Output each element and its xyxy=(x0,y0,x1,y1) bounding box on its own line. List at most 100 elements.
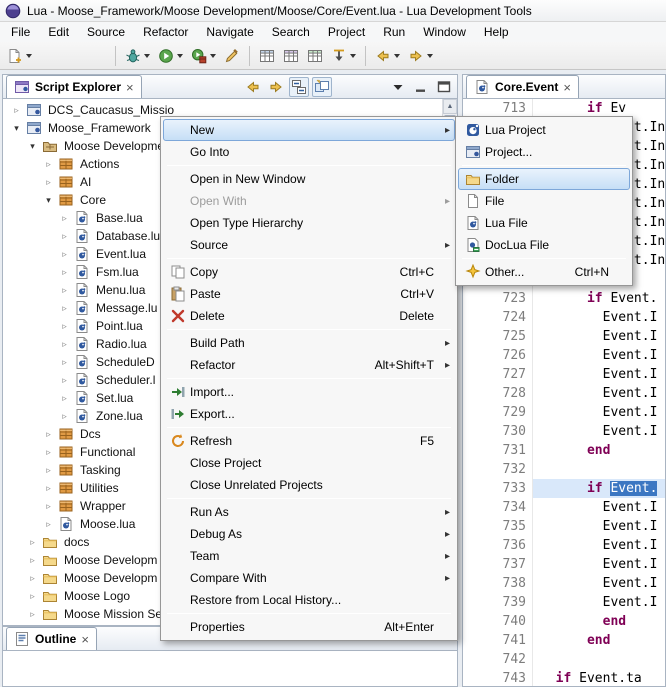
twistie-collapsed-icon[interactable]: ▹ xyxy=(59,249,70,260)
line-number[interactable]: 730 xyxy=(463,422,533,441)
menubar-item-edit[interactable]: Edit xyxy=(39,23,78,41)
menu-item-lua-file[interactable]: Lua File xyxy=(458,212,630,234)
twistie-collapsed-icon[interactable]: ▹ xyxy=(27,537,38,548)
menu-item-refactor[interactable]: RefactorAlt+Shift+T▸ xyxy=(163,354,455,376)
menu-item-folder[interactable]: Folder xyxy=(458,168,630,190)
line-number[interactable]: 732 xyxy=(463,460,533,479)
menu-item-export[interactable]: Export... xyxy=(163,403,455,425)
menu-item-debug-as[interactable]: Debug As▸ xyxy=(163,523,455,545)
twistie-expanded-icon[interactable]: ▾ xyxy=(11,123,22,134)
code-text[interactable]: Event.I xyxy=(533,498,665,517)
menubar-item-navigate[interactable]: Navigate xyxy=(197,23,262,41)
twistie-expanded-icon[interactable]: ▾ xyxy=(27,141,38,152)
line-number[interactable]: 737 xyxy=(463,555,533,574)
twistie-collapsed-icon[interactable]: ▹ xyxy=(27,555,38,566)
twistie-collapsed-icon[interactable]: ▹ xyxy=(59,231,70,242)
collapse-all-button[interactable] xyxy=(289,77,309,97)
line-number[interactable]: 728 xyxy=(463,384,533,403)
twistie-collapsed-icon[interactable]: ▹ xyxy=(43,159,54,170)
twistie-collapsed-icon[interactable]: ▹ xyxy=(27,573,38,584)
code-text[interactable]: Event.I xyxy=(533,555,665,574)
menu-item-run-as[interactable]: Run As▸ xyxy=(163,501,455,523)
twistie-collapsed-icon[interactable]: ▹ xyxy=(27,591,38,602)
menu-item-lua-project[interactable]: Lua Project xyxy=(458,119,630,141)
twistie-collapsed-icon[interactable]: ▹ xyxy=(27,609,38,620)
run-button[interactable] xyxy=(155,45,186,67)
line-number[interactable]: 727 xyxy=(463,365,533,384)
minimize-button[interactable] xyxy=(411,77,431,97)
close-icon[interactable]: × xyxy=(126,79,134,95)
menu-item-new[interactable]: New▸ xyxy=(163,119,455,141)
close-icon[interactable]: × xyxy=(81,631,89,647)
twistie-collapsed-icon[interactable]: ▹ xyxy=(59,321,70,332)
line-number[interactable]: 738 xyxy=(463,574,533,593)
menu-item-properties[interactable]: PropertiesAlt+Enter xyxy=(163,616,455,638)
code-text[interactable]: Event.I xyxy=(533,365,665,384)
menu-item-source[interactable]: Source▸ xyxy=(163,234,455,256)
code-text[interactable]: end xyxy=(533,441,665,460)
line-number[interactable]: 723 xyxy=(463,289,533,308)
table-view-1-button[interactable] xyxy=(256,45,278,67)
tab-core-event[interactable]: Core.Event × xyxy=(466,75,579,98)
debug-button[interactable] xyxy=(122,45,153,67)
line-number[interactable]: 735 xyxy=(463,517,533,536)
menu-item-open-in-new-window[interactable]: Open in New Window xyxy=(163,168,455,190)
twistie-collapsed-icon[interactable]: ▹ xyxy=(59,267,70,278)
code-text[interactable]: Event.I xyxy=(533,308,665,327)
twistie-collapsed-icon[interactable]: ▹ xyxy=(43,465,54,476)
menu-item-open-with[interactable]: Open With▸ xyxy=(163,190,455,212)
menu-item-close-unrelated-projects[interactable]: Close Unrelated Projects xyxy=(163,474,455,496)
menu-item-project[interactable]: Project... xyxy=(458,141,630,163)
table-view-3-button[interactable] xyxy=(304,45,326,67)
twistie-collapsed-icon[interactable]: ▹ xyxy=(43,429,54,440)
run-external-button[interactable] xyxy=(188,45,219,67)
twistie-collapsed-icon[interactable]: ▹ xyxy=(43,177,54,188)
back-history-button[interactable] xyxy=(372,45,403,67)
back-button[interactable] xyxy=(243,77,263,97)
menu-item-team[interactable]: Team▸ xyxy=(163,545,455,567)
line-number[interactable]: 739 xyxy=(463,593,533,612)
menubar-item-file[interactable]: File xyxy=(2,23,39,41)
twistie-collapsed-icon[interactable]: ▹ xyxy=(59,375,70,386)
menubar-item-window[interactable]: Window xyxy=(414,23,475,41)
twistie-collapsed-icon[interactable]: ▹ xyxy=(43,501,54,512)
menubar-item-refactor[interactable]: Refactor xyxy=(134,23,197,41)
code-text[interactable]: Event.I xyxy=(533,384,665,403)
twistie-collapsed-icon[interactable]: ▹ xyxy=(59,303,70,314)
new-wizard-button[interactable] xyxy=(4,45,35,67)
twistie-collapsed-icon[interactable]: ▹ xyxy=(43,447,54,458)
code-text[interactable]: Event.I xyxy=(533,574,665,593)
line-number[interactable]: 733 xyxy=(463,479,533,498)
menu-item-paste[interactable]: PasteCtrl+V xyxy=(163,283,455,305)
twistie-collapsed-icon[interactable]: ▹ xyxy=(43,483,54,494)
close-icon[interactable]: × xyxy=(563,79,571,95)
twistie-collapsed-icon[interactable]: ▹ xyxy=(59,213,70,224)
line-number[interactable]: 741 xyxy=(463,631,533,650)
twistie-collapsed-icon[interactable]: ▹ xyxy=(59,393,70,404)
menu-item-file[interactable]: File xyxy=(458,190,630,212)
maximize-button[interactable] xyxy=(434,77,454,97)
menu-item-doclua-file[interactable]: DocLua File xyxy=(458,234,630,256)
code-text[interactable]: end xyxy=(533,631,665,650)
line-number[interactable]: 734 xyxy=(463,498,533,517)
menubar-item-project[interactable]: Project xyxy=(319,23,374,41)
menubar-item-help[interactable]: Help xyxy=(475,23,518,41)
menu-item-open-type-hierarchy[interactable]: Open Type Hierarchy xyxy=(163,212,455,234)
tab-script-explorer[interactable]: Script Explorer × xyxy=(6,75,142,98)
menu-item-compare-with[interactable]: Compare With▸ xyxy=(163,567,455,589)
code-text[interactable]: Event.I xyxy=(533,422,665,441)
code-text[interactable]: end xyxy=(533,612,665,631)
view-menu-button[interactable] xyxy=(388,77,408,97)
menu-item-refresh[interactable]: RefreshF5 xyxy=(163,430,455,452)
menubar-item-search[interactable]: Search xyxy=(263,23,319,41)
menubar-item-run[interactable]: Run xyxy=(374,23,414,41)
menu-item-delete[interactable]: DeleteDelete xyxy=(163,305,455,327)
twistie-collapsed-icon[interactable]: ▹ xyxy=(59,285,70,296)
line-number[interactable]: 731 xyxy=(463,441,533,460)
code-text[interactable] xyxy=(533,460,665,479)
menu-item-go-into[interactable]: Go Into xyxy=(163,141,455,163)
code-text[interactable]: Event.I xyxy=(533,346,665,365)
next-annotation-button[interactable] xyxy=(328,45,359,67)
code-text[interactable]: Event.I xyxy=(533,536,665,555)
line-number[interactable]: 724 xyxy=(463,308,533,327)
